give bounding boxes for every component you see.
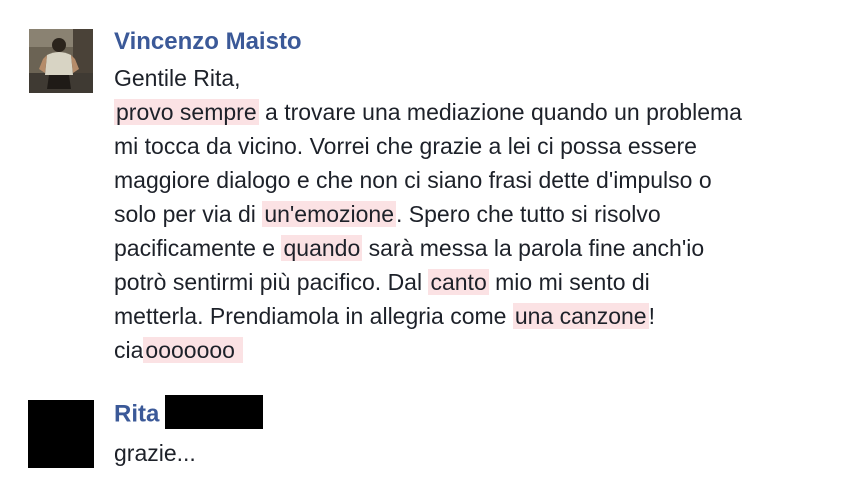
comment-line: mi tocca da vicino. Vorrei che grazie a … (114, 129, 854, 163)
comment-line: pacificamente e quando sarà messa la par… (114, 231, 854, 265)
text-segment: mio mi sento di (488, 269, 650, 295)
highlighted-phrase: un'emozione (262, 201, 397, 227)
highlighted-phrase: canto (428, 269, 489, 295)
comment-line: provo sempre a trovare una mediazione qu… (114, 95, 854, 129)
text-segment: cia (114, 337, 144, 363)
comment-line: Gentile Rita, (114, 61, 854, 95)
text-segment: ! (648, 303, 655, 329)
comment-body: Gentile Rita, provo sempre a trovare una… (114, 61, 854, 367)
avatar[interactable] (28, 400, 94, 468)
text-segment: mi tocca da vicino. Vorrei che grazie a … (114, 133, 697, 159)
text-segment: solo per via di (114, 201, 263, 227)
comment-body: grazie... (114, 436, 854, 470)
comment-line: ciaooooooo (114, 333, 854, 367)
text-segment: maggiore dialogo e che non ci siano fras… (114, 167, 712, 193)
text-segment: . Spero che tutto si risolvo (396, 201, 661, 227)
redacted-surname-block (165, 395, 264, 429)
comment-line: metterla. Prendiamola in allegria come u… (114, 299, 854, 333)
text-segment: Gentile Rita, (114, 65, 241, 91)
highlighted-phrase: provo sempre (114, 99, 259, 125)
comment-line: grazie... (114, 436, 854, 470)
avatar[interactable] (29, 29, 93, 93)
comment-line: potrò sentirmi più pacifico. Dal canto m… (114, 265, 854, 299)
highlighted-phrase: una canzone (512, 303, 649, 329)
redacted-avatar-icon (28, 400, 94, 468)
highlighted-phrase: ooooooo (143, 337, 244, 363)
comment-author-link[interactable]: Vincenzo Maisto (114, 28, 302, 56)
text-segment: grazie... (114, 440, 196, 466)
user-photo-icon (29, 29, 93, 93)
author-first-name[interactable]: Rita (114, 400, 159, 427)
text-segment: a trovare una mediazione quando un probl… (258, 99, 742, 125)
text-segment: metterla. Prendiamola in allegria come (114, 303, 513, 329)
text-segment: potrò sentirmi più pacifico. Dal (114, 269, 429, 295)
text-segment: pacificamente e (114, 235, 282, 261)
highlighted-phrase: quando (281, 235, 363, 261)
comment-author-link[interactable]: Rita (114, 395, 264, 432)
comment-line: maggiore dialogo e che non ci siano fras… (114, 163, 854, 197)
text-segment: sarà messa la parola fine anch'io (362, 235, 705, 261)
comment-line: solo per via di un'emozione. Spero che t… (114, 197, 854, 231)
